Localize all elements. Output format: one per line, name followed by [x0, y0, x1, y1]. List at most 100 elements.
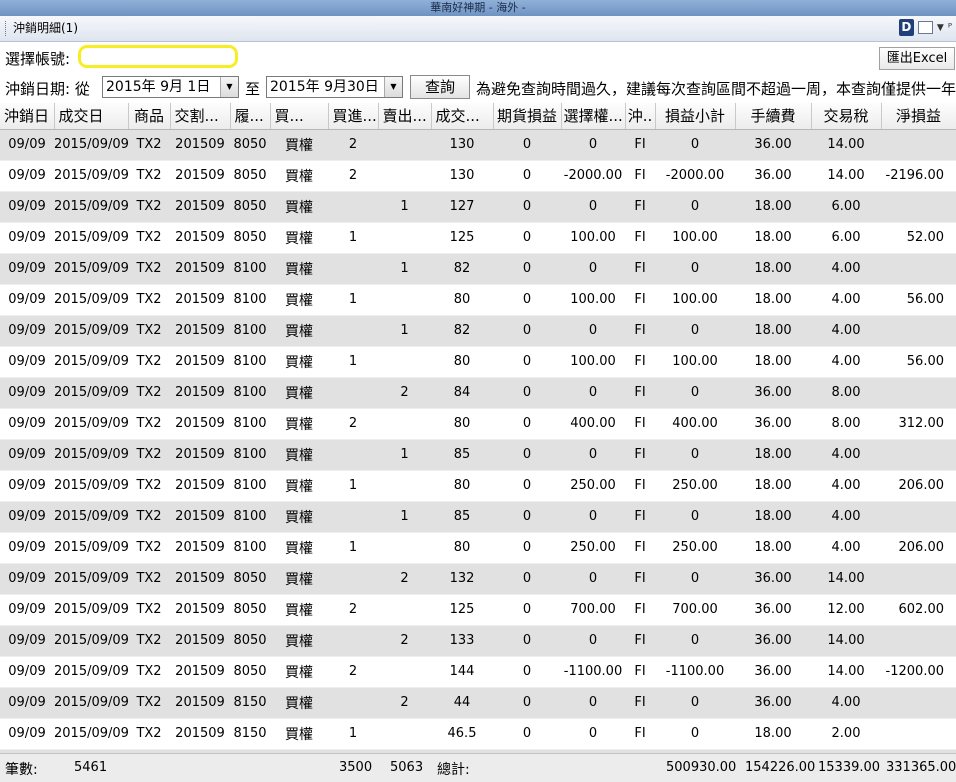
table-cell: 09/09: [0, 439, 54, 471]
date-from-picker[interactable]: 2015年 9月 1日 ▼: [102, 76, 239, 98]
dropdown-arrow-icon[interactable]: ▼: [937, 23, 944, 33]
column-header[interactable]: 沖銷日: [0, 103, 55, 130]
column-header[interactable]: 買進...: [328, 103, 379, 130]
column-header[interactable]: 選擇權...: [561, 103, 626, 130]
table-cell: 09/09: [0, 470, 54, 502]
date-from-dropdown-icon[interactable]: ▼: [220, 77, 238, 97]
table-cell: 8100: [230, 501, 270, 533]
table-row[interactable]: 09/09 2015/09/09 TX2 201509 8150 買權 2 44 0 0 FI 0 36…: [0, 687, 956, 719]
table-cell: 0: [493, 160, 561, 192]
table-cell: 2015/09/09: [54, 408, 128, 440]
table-row[interactable]: 09/09 2015/09/09 TX2 201509 8100 買權 1 85 0 0 FI 0 18…: [0, 501, 956, 533]
table-cell: 130: [431, 160, 493, 192]
table-row[interactable]: 09/09 2015/09/09 TX2 201509 8050 買權 2 130 0 0 FI 0 3…: [0, 129, 956, 161]
date-to-value: 2015年 9月30日: [270, 79, 379, 95]
table-cell: 1: [378, 253, 431, 285]
table-cell: 買權: [270, 222, 328, 254]
drag-grip-icon[interactable]: [5, 21, 8, 36]
column-header[interactable]: 手續費: [735, 103, 812, 130]
panel-tab[interactable]: 沖銷明細(1): [13, 20, 78, 37]
table-row[interactable]: 09/09 2015/09/09 TX2 201509 8100 買權 1 80 0 100.00…: [0, 284, 956, 316]
table-cell: 買權: [270, 532, 328, 564]
table-row[interactable]: 09/09 2015/09/09 TX2 201509 8050 買權 2 125 0 700.0…: [0, 594, 956, 626]
table-row[interactable]: 09/09 2015/09/09 TX2 201509 8100 買權 1 80 0 100.00…: [0, 346, 956, 378]
table-cell: 1: [328, 346, 378, 378]
table-cell: [881, 563, 956, 595]
table-cell: 250.00: [561, 470, 625, 502]
table-row[interactable]: 09/09 2015/09/09 TX2 201509 8150 買權 1 46.5 0 0 FI 0…: [0, 718, 956, 750]
table-row[interactable]: 09/09 2015/09/09 TX2 201509 8050 買權 1 125 0 100.0…: [0, 222, 956, 254]
table-row[interactable]: 09/09 2015/09/09 TX2 201509 8100 買權 2 80 0 400.00…: [0, 408, 956, 440]
table-cell: -2000.00: [655, 160, 735, 192]
table-cell: 2015/09/09: [54, 594, 128, 626]
table-cell: 買權: [270, 191, 328, 223]
table-row[interactable]: 09/09 2015/09/09 TX2 201509 8100 買權 1 85 0 0 FI 0 18…: [0, 439, 956, 471]
account-select[interactable]: [78, 45, 238, 68]
table-row[interactable]: 09/09 2015/09/09 TX2 201509 8050 買權 2 130 0 -2000…: [0, 160, 956, 192]
sell-total: 5063: [390, 760, 424, 775]
table-cell: 0: [655, 253, 735, 285]
table-cell: 36.00: [735, 625, 811, 657]
table-cell: 400.00: [561, 408, 625, 440]
table-cell: 8100: [230, 408, 270, 440]
summary-footer: 筆數: 5461 3500 5063 總計: 500930.00 154226.…: [0, 753, 956, 782]
export-excel-button[interactable]: 匯出Excel: [879, 47, 955, 70]
column-header[interactable]: 交易稅: [811, 103, 882, 130]
column-header[interactable]: 損益小計: [655, 103, 736, 130]
table-cell: [378, 346, 431, 378]
column-header[interactable]: 商品: [128, 103, 171, 130]
table-cell: 602.00: [881, 594, 956, 626]
table-row[interactable]: 09/09 2015/09/09 TX2 201509 8100 買權 1 80 0 250.00…: [0, 532, 956, 564]
window-list-icon[interactable]: [917, 21, 933, 34]
column-header[interactable]: 賣出...: [378, 103, 432, 130]
table-cell: 0: [655, 563, 735, 595]
table-cell: 201509: [170, 315, 230, 347]
column-header[interactable]: 淨損益: [881, 103, 956, 130]
table-row[interactable]: 09/09 2015/09/09 TX2 201509 8050 買權 2 144 0 -1100…: [0, 656, 956, 688]
table-cell: 0: [561, 625, 625, 657]
table-row[interactable]: 09/09 2015/09/09 TX2 201509 8050 買權 2 132 0 0 FI 0 3…: [0, 563, 956, 595]
table-cell: 100.00: [655, 222, 735, 254]
table-cell: 8100: [230, 346, 270, 378]
table-row[interactable]: 09/09 2015/09/09 TX2 201509 8100 買權 1 80 0 250.00…: [0, 470, 956, 502]
column-header[interactable]: 成交...: [431, 103, 494, 130]
table-cell: 201509: [170, 160, 230, 192]
date-to-dropdown-icon[interactable]: ▼: [384, 77, 402, 97]
table-row[interactable]: 09/09 2015/09/09 TX2 201509 8100 買權 1 82 0 0 FI 0 18…: [0, 253, 956, 285]
table-cell: 8050: [230, 129, 270, 161]
table-cell: [328, 563, 378, 595]
column-header[interactable]: 成交日: [54, 103, 129, 130]
table-cell: 09/09: [0, 594, 54, 626]
table-cell: 09/09: [0, 687, 54, 719]
column-header[interactable]: 履...: [230, 103, 271, 130]
table-cell: [328, 191, 378, 223]
query-button[interactable]: 查詢: [410, 75, 470, 99]
table-row[interactable]: 09/09 2015/09/09 TX2 201509 8100 買權 1 82 0 0 FI 0 18…: [0, 315, 956, 347]
table-cell: 8100: [230, 439, 270, 471]
table-cell: 18.00: [735, 284, 811, 316]
window-title: 華南好神期 - 海外 -: [430, 1, 526, 14]
tax-total: 15339.00: [818, 760, 881, 775]
net-total: 331365.00: [886, 760, 956, 775]
table-cell: 36.00: [735, 687, 811, 719]
column-header[interactable]: 交割...: [170, 103, 231, 130]
column-header[interactable]: 期貨損益: [493, 103, 562, 130]
table-cell: 09/09: [0, 625, 54, 657]
table-cell: FI: [625, 284, 655, 316]
column-header[interactable]: 沖..: [625, 103, 656, 130]
table-cell: 09/09: [0, 718, 54, 750]
table-cell: 0: [655, 718, 735, 750]
table-cell: 80: [431, 346, 493, 378]
d-badge-icon[interactable]: D: [898, 19, 914, 36]
table-row[interactable]: 09/09 2015/09/09 TX2 201509 8050 買權 2 133 0 0 FI 0 3…: [0, 625, 956, 657]
table-cell: 4.00: [811, 439, 881, 471]
table-row[interactable]: 09/09 2015/09/09 TX2 201509 8050 買權 1 127 0 0 FI 0 1…: [0, 191, 956, 223]
table-row[interactable]: 09/09 2015/09/09 TX2 201509 8100 買權 2 84 0 0 FI 0 36…: [0, 377, 956, 409]
table-cell: 09/09: [0, 315, 54, 347]
pin-icon[interactable]: ᴾ: [948, 21, 952, 34]
pl-subtotal-total: 500930.00: [666, 760, 737, 775]
table-cell: [328, 687, 378, 719]
date-to-picker[interactable]: 2015年 9月30日 ▼: [266, 76, 403, 98]
column-header[interactable]: 買...: [270, 103, 329, 130]
table-cell: 0: [655, 501, 735, 533]
